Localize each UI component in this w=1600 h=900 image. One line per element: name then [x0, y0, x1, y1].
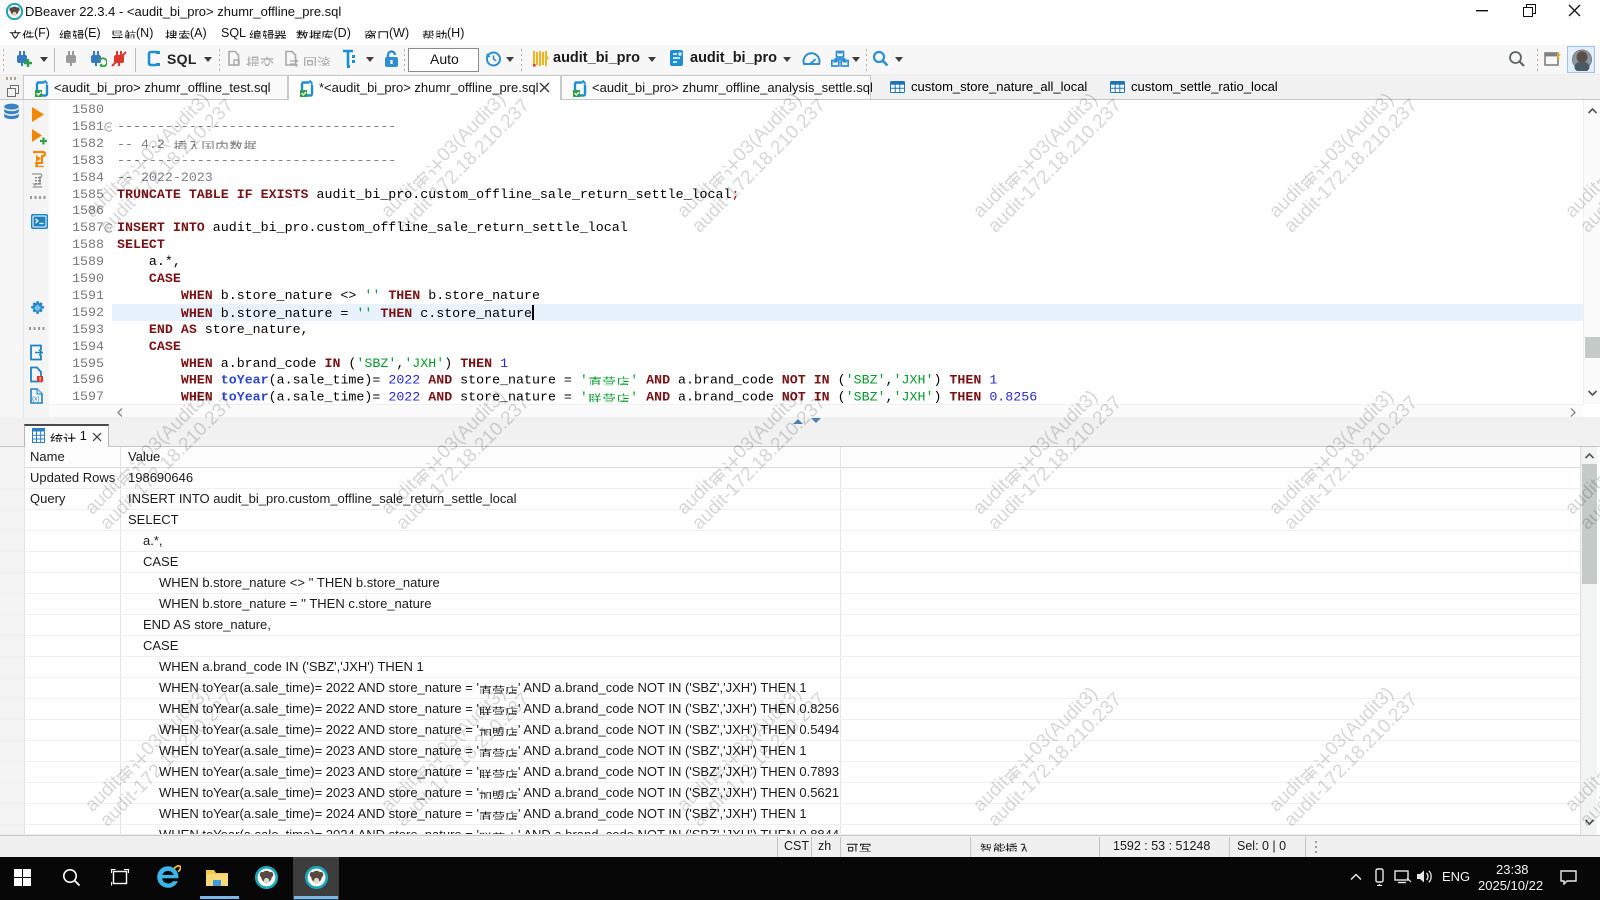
svg-text:(x): (x): [32, 396, 40, 403]
